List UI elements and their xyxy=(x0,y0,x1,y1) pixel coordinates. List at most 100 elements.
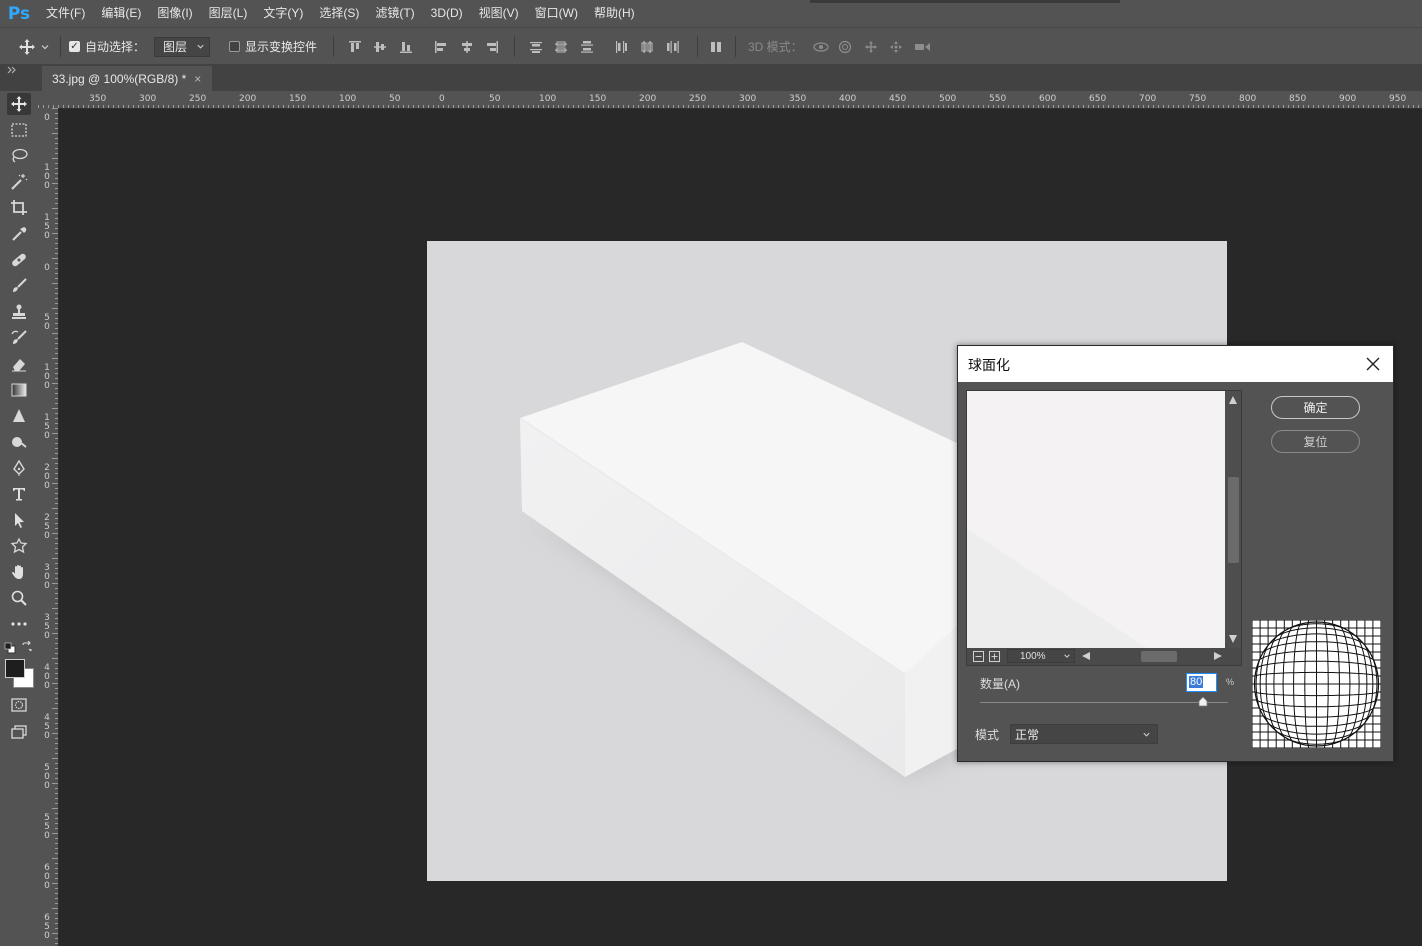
scroll-up-icon[interactable] xyxy=(1228,395,1238,405)
path-selection-tool[interactable] xyxy=(7,509,31,531)
filter-preview-image[interactable] xyxy=(967,391,1225,648)
distribute-left-icon[interactable] xyxy=(614,40,628,54)
ruler-tick xyxy=(55,928,58,929)
3d-scale-icon[interactable] xyxy=(914,40,932,54)
preview-vertical-scrollbar[interactable] xyxy=(1225,391,1241,648)
align-bottom-icon[interactable] xyxy=(399,40,413,54)
auto-select-checkbox[interactable]: ✓ xyxy=(69,41,80,52)
menu-help[interactable]: 帮助(H) xyxy=(586,0,643,27)
ruler-tick xyxy=(243,105,244,108)
vertical-scroll-thumb[interactable] xyxy=(1228,477,1239,563)
marquee-tool[interactable] xyxy=(7,119,31,141)
distribute-top-icon[interactable] xyxy=(529,40,543,54)
hand-tool[interactable] xyxy=(7,561,31,583)
type-tool[interactable] xyxy=(7,483,31,505)
distribute-horizontal-center-icon[interactable] xyxy=(640,40,654,54)
reset-button[interactable]: 复位 xyxy=(1271,430,1360,453)
clone-stamp-tool[interactable] xyxy=(7,301,31,323)
default-colors-icon[interactable] xyxy=(4,642,16,654)
auto-select-toggle[interactable]: ✓ 自动选择： xyxy=(69,28,145,65)
lasso-tool[interactable] xyxy=(7,145,31,167)
ruler-top-label: 750 xyxy=(1189,94,1207,104)
align-top-icon[interactable] xyxy=(348,40,362,54)
shape-tool[interactable] xyxy=(7,535,31,557)
pen-tool[interactable] xyxy=(7,457,31,479)
zoom-out-icon[interactable] xyxy=(973,651,984,662)
healing-brush-tool[interactable] xyxy=(7,249,31,271)
menu-window[interactable]: 窗口(W) xyxy=(527,0,586,27)
ruler-tick xyxy=(1243,105,1244,108)
more-tools[interactable] xyxy=(7,613,31,635)
scroll-right-icon[interactable] xyxy=(1213,651,1223,661)
mode-dropdown[interactable]: 正常 xyxy=(1010,724,1158,744)
3d-orbit-icon[interactable] xyxy=(812,40,830,54)
quick-mask-button[interactable] xyxy=(7,694,31,716)
menu-layer[interactable]: 图层(L) xyxy=(201,0,256,27)
menu-filter[interactable]: 滤镜(T) xyxy=(367,0,422,27)
show-transform-toggle[interactable]: 显示变换控件 xyxy=(229,28,317,65)
zoom-level-dropdown[interactable]: 100% xyxy=(1007,649,1075,663)
document-tab[interactable]: 33.jpg @ 100%(RGB/8) * × xyxy=(42,66,212,91)
ruler-tick xyxy=(52,933,58,934)
menu-select[interactable]: 选择(S) xyxy=(311,0,367,27)
align-right-icon[interactable] xyxy=(485,40,499,54)
eraser-tool[interactable] xyxy=(7,353,31,375)
horizontal-scroll-thumb[interactable] xyxy=(1141,651,1177,662)
ruler-tick xyxy=(1418,105,1419,108)
foreground-color-swatch[interactable] xyxy=(5,659,25,678)
align-left-icon[interactable] xyxy=(434,40,448,54)
amount-input[interactable]: 80 xyxy=(1186,673,1217,692)
3d-slide-icon[interactable] xyxy=(889,40,903,54)
menu-type[interactable]: 文字(Y) xyxy=(255,0,311,27)
crop-tool[interactable] xyxy=(7,197,31,219)
brush-tool[interactable] xyxy=(7,275,31,297)
menu-file[interactable]: 文件(F) xyxy=(38,0,93,27)
screen-mode-button[interactable] xyxy=(7,721,31,743)
auto-align-layers-icon[interactable] xyxy=(709,40,723,54)
eyedropper-tool[interactable] xyxy=(7,223,31,245)
scroll-left-icon[interactable] xyxy=(1081,651,1091,661)
amount-slider-track[interactable] xyxy=(980,702,1228,703)
move-tool[interactable] xyxy=(7,93,31,115)
dodge-tool[interactable] xyxy=(7,431,31,453)
ruler-top-label: 500 xyxy=(939,94,957,104)
move-tool-preset[interactable] xyxy=(18,28,50,65)
menu-view[interactable]: 视图(V) xyxy=(471,0,527,27)
menu-3d[interactable]: 3D(D) xyxy=(423,0,471,27)
3d-pan-icon[interactable] xyxy=(864,40,878,54)
auto-select-target-dropdown[interactable]: 图层 xyxy=(154,36,210,57)
show-transform-checkbox[interactable] xyxy=(229,41,240,52)
swap-colors-icon[interactable] xyxy=(21,641,33,653)
align-horizontal-center-icon[interactable] xyxy=(460,40,474,54)
quick-mask-icon xyxy=(11,698,27,712)
ruler-top-label: 450 xyxy=(889,94,907,104)
amount-slider-thumb[interactable] xyxy=(1198,697,1208,707)
zoom-in-icon[interactable] xyxy=(989,651,1000,662)
ruler-tick xyxy=(52,358,58,359)
ruler-tick xyxy=(758,105,759,108)
gradient-tool[interactable] xyxy=(7,379,31,401)
distribute-vertical-center-icon[interactable] xyxy=(554,40,568,54)
distribute-bottom-icon[interactable] xyxy=(580,40,594,54)
close-tab-icon[interactable]: × xyxy=(194,72,201,86)
menu-image[interactable]: 图像(I) xyxy=(149,0,200,27)
history-brush-tool[interactable] xyxy=(7,327,31,349)
zoom-tool[interactable] xyxy=(7,587,31,609)
mode-value: 正常 xyxy=(1015,727,1040,742)
3d-roll-icon[interactable] xyxy=(838,40,852,54)
ok-button[interactable]: 确定 xyxy=(1271,396,1360,419)
align-vertical-center-icon[interactable] xyxy=(373,40,387,54)
distortion-grid xyxy=(1251,619,1382,749)
blur-tool[interactable] xyxy=(7,405,31,427)
ruler-tick xyxy=(198,105,199,108)
zoom-level-value: 100% xyxy=(1020,650,1046,662)
close-icon[interactable] xyxy=(1361,352,1385,376)
distribute-right-icon[interactable] xyxy=(666,40,680,54)
menu-edit[interactable]: 编辑(E) xyxy=(93,0,149,27)
ruler-tick xyxy=(383,105,384,108)
magic-wand-tool[interactable] xyxy=(7,171,31,193)
ruler-tick xyxy=(55,438,58,439)
scroll-down-icon[interactable] xyxy=(1228,634,1238,644)
collapse-panels-icon[interactable] xyxy=(4,64,36,76)
ruler-tick xyxy=(55,903,58,904)
